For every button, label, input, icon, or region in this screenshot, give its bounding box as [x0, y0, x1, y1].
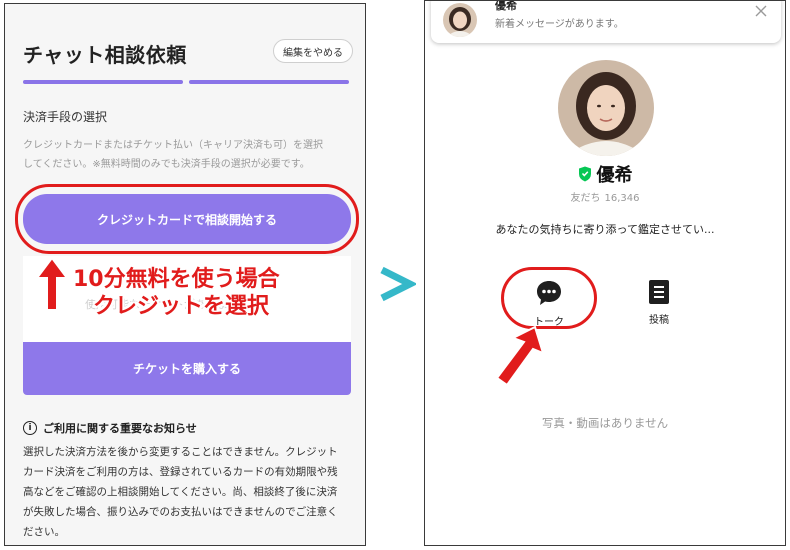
notice-body: 選択した決済方法を後から変更することはできません。クレジット カード決済をご利用… — [23, 442, 353, 542]
description-line: してください。※無料時間のみでも決済手段の選択が必要です。 — [23, 159, 310, 170]
credit-card-start-button[interactable]: クレジットカードで相談開始する — [23, 194, 351, 244]
step-segment — [23, 80, 183, 84]
friends-number: 16,346 — [604, 193, 640, 204]
notice-line: ださい。 — [23, 526, 65, 538]
verified-shield-icon — [578, 166, 591, 182]
notice-line: カード決済をご利用の方は、登録されているカードの有効期限や残 — [23, 466, 338, 478]
notice-line: が失敗した場合、振り込みでのお支払いはできませんのでご注意く — [23, 506, 338, 518]
step-progress-bar — [23, 80, 349, 84]
header: チャット相談依頼 編集をやめる — [23, 39, 353, 69]
payment-method-heading: 決済手段の選択 — [23, 110, 108, 124]
chat-consult-request-panel: チャット相談依頼 編集をやめる 決済手段の選択 クレジットカードまたはチケット払… — [4, 3, 366, 546]
profile-avatar[interactable] — [558, 60, 654, 156]
stop-edit-button[interactable]: 編集をやめる — [273, 39, 353, 63]
annotation-line: クレジットを選択 — [93, 294, 270, 319]
page-title: チャット相談依頼 — [23, 43, 187, 67]
notice-title-text: ご利用に関する重要なお知らせ — [43, 422, 197, 435]
annotation-text: 10分無料を使う場合 クレジットを選択 — [73, 266, 365, 320]
post-label: 投稿 — [649, 315, 669, 326]
friends-count: 友だち 16,346 — [425, 189, 785, 204]
message-notification[interactable]: 優希 新着メッセージがあります。 — [431, 0, 781, 43]
red-arrow-icon — [495, 325, 545, 387]
notification-message: 新着メッセージがあります。 — [495, 19, 624, 30]
post-button[interactable]: 投稿 — [629, 279, 689, 326]
profile-bio: あなたの気持ちに寄り添って鑑定させてい... — [495, 223, 715, 236]
line-profile-panel: 優希 新着メッセージがあります。 優希 友だち 16,346 あなたの気持ちに寄り… — [424, 0, 786, 546]
chevron-right-icon — [380, 266, 416, 302]
notice-line: 選択した決済方法を後から変更することはできません。クレジット — [23, 446, 338, 458]
talk-button[interactable]: トーク — [519, 279, 579, 328]
red-up-arrow-icon — [35, 256, 69, 311]
notification-sender: 優希 — [495, 0, 517, 12]
payment-method-description: クレジットカードまたはチケット払い（キャリア決済も可）を選択 してください。※無… — [23, 136, 351, 174]
description-line: クレジットカードまたはチケット払い（キャリア決済も可）を選択 — [23, 140, 323, 151]
info-icon: i — [23, 421, 37, 435]
document-icon — [649, 280, 669, 304]
empty-media-message: 写真・動画はありません — [541, 416, 669, 430]
close-icon[interactable] — [755, 5, 767, 17]
friends-label: 友だち — [570, 193, 601, 204]
profile-name-row: 優希 — [425, 161, 785, 187]
chat-bubble-icon — [537, 281, 561, 305]
notice-line: 高などをご確認の上相談開始してください。尚、相談終了後に決済 — [23, 486, 338, 498]
annotation-line: 10分無料を使う場合 — [73, 267, 280, 292]
buy-ticket-button[interactable]: チケットを購入する — [23, 342, 351, 395]
notice-heading: i ご利用に関する重要なお知らせ — [23, 420, 197, 436]
profile-name: 優希 — [596, 165, 633, 186]
avatar — [443, 3, 477, 37]
step-segment — [189, 80, 349, 84]
